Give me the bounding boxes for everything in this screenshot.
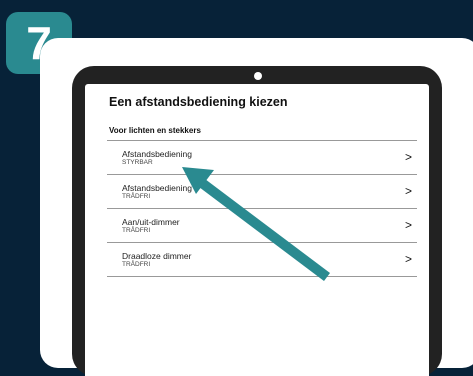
item-subtitle: TRÅDFRI [122,261,151,268]
list-item-wireless-dimmer[interactable]: Draadloze dimmer TRÅDFRI > [107,243,417,277]
tablet-screen: Een afstandsbediening kiezen Voor lichte… [85,84,429,376]
section-label: Voor lichten en stekkers [109,126,201,135]
list-item-on-off-dimmer[interactable]: Aan/uit-dimmer TRÅDFRI > [107,209,417,243]
item-name: Afstandsbediening [122,183,192,193]
item-subtitle: STYRBAR [122,159,153,166]
item-name: Aan/uit-dimmer [122,217,180,227]
chevron-right-icon: > [404,252,412,266]
item-subtitle: TRÅDFRI [122,227,151,234]
item-name: Afstandsbediening [122,149,192,159]
item-subtitle: TRÅDFRI [122,193,151,200]
chevron-right-icon: > [404,218,412,232]
page-title: Een afstandsbediening kiezen [109,95,288,109]
item-name: Draadloze dimmer [122,251,192,261]
list-item-styrbar[interactable]: Afstandsbediening STYRBAR > [107,141,417,175]
remote-list: Afstandsbediening STYRBAR > Afstandsbedi… [107,140,417,277]
chevron-right-icon: > [404,150,412,164]
tablet-device: Een afstandsbediening kiezen Voor lichte… [72,66,442,376]
camera-dot [254,72,262,80]
chevron-right-icon: > [404,184,412,198]
list-item-tradfri-remote[interactable]: Afstandsbediening TRÅDFRI > [107,175,417,209]
